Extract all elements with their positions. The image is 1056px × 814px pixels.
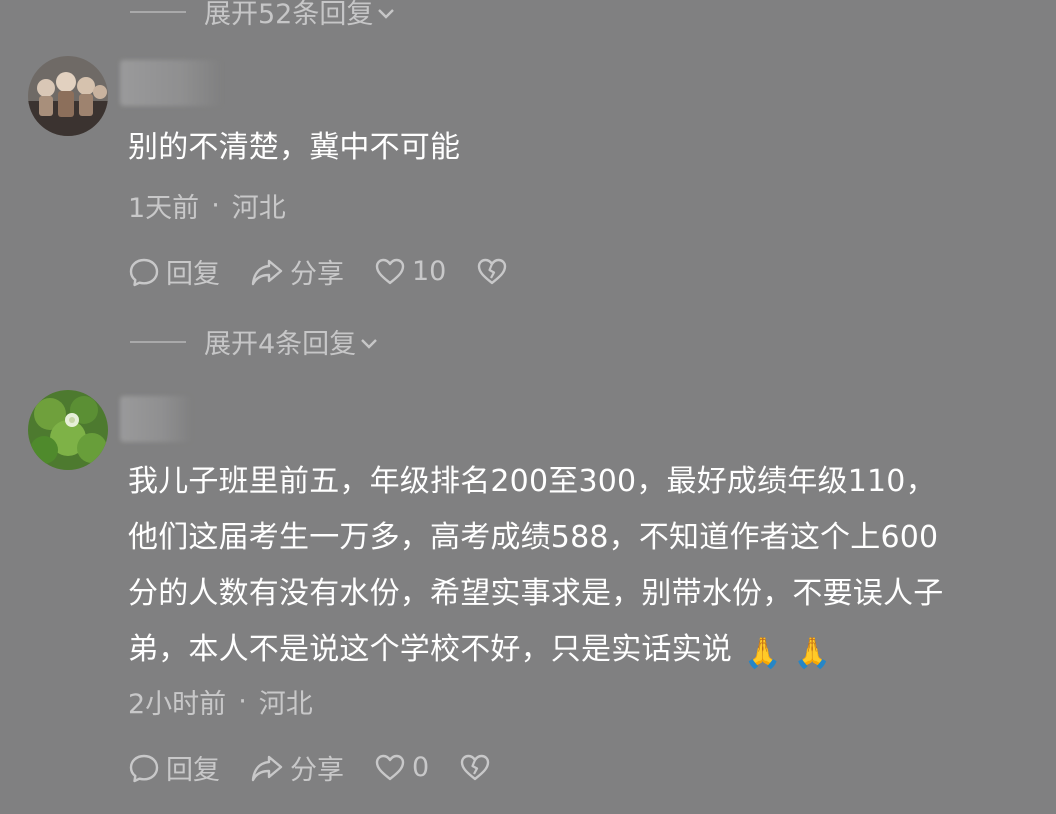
comment-time: 2小时前 (128, 689, 227, 720)
comment-meta: 1天前 · 河北 (128, 186, 286, 225)
dislike-button[interactable] (476, 256, 514, 288)
comment-bubble-icon (129, 754, 159, 782)
chevron-down-icon (360, 326, 378, 357)
comment-line-last: 弟，本人不是说这个学校不好，只是实话实说 🙏 🙏 (128, 622, 1040, 682)
broken-heart-icon (478, 258, 507, 284)
expand-replies-label: 展开4条回复 (204, 329, 357, 360)
comment-text: 别的不清楚，冀中不可能 (128, 130, 461, 165)
expand-replies-top[interactable]: 展开52条回复 (130, 0, 395, 31)
share-arrow-icon (251, 755, 283, 781)
reply-label: 回复 (166, 755, 220, 786)
like-button[interactable]: 10 (374, 256, 446, 288)
reply-button[interactable]: 回复 (128, 748, 220, 787)
comment-meta: 2小时前 · 河北 (128, 682, 313, 721)
share-button[interactable]: 分享 (250, 252, 344, 291)
folded-hands-emoji: 🙏 (793, 636, 832, 671)
comment-time: 1天前 (128, 193, 200, 224)
comment-actions: 回复 分享 0 (128, 748, 527, 787)
share-button[interactable]: 分享 (250, 748, 344, 787)
dislike-button[interactable] (459, 752, 497, 784)
comment-line: 我儿子班里前五，年级排名200至300，最好成绩年级110， (128, 464, 936, 499)
like-button[interactable]: 0 (374, 752, 429, 784)
comment-line: 分的人数有没有水份，希望实事求是，别带水份，不要误人子 (128, 576, 944, 611)
meta-separator: · (238, 686, 247, 717)
reply-label: 回复 (166, 259, 220, 290)
username-blurred[interactable] (120, 60, 222, 106)
heart-icon (375, 754, 405, 780)
folded-hands-emoji: 🙏 (744, 636, 782, 671)
expand-replies-button[interactable]: 展开4条回复 (130, 322, 378, 361)
username-blurred[interactable] (120, 396, 192, 442)
chevron-down-icon (377, 0, 395, 27)
expand-replies-label: 展开52条回复 (204, 0, 374, 30)
comment-text: 我儿子班里前五，年级排名200至300，最好成绩年级110， 他们这届考生一万多… (128, 454, 1040, 682)
divider-line (130, 10, 186, 13)
comment-line: 弟，本人不是说这个学校不好，只是实话实说 (128, 632, 732, 667)
like-count: 10 (412, 256, 447, 287)
share-arrow-icon (251, 259, 283, 285)
reply-button[interactable]: 回复 (128, 252, 220, 291)
share-label: 分享 (290, 259, 344, 290)
comment-location: 河北 (231, 193, 286, 224)
comment-location: 河北 (258, 689, 313, 720)
divider-line (130, 340, 186, 343)
meta-separator: · (211, 190, 220, 221)
heart-icon (375, 258, 405, 284)
avatar[interactable] (28, 390, 108, 470)
comment-line: 他们这届考生一万多，高考成绩588，不知道作者这个上600 (128, 520, 939, 555)
broken-heart-icon (460, 754, 490, 780)
like-count: 0 (412, 752, 430, 783)
avatar[interactable] (28, 56, 108, 136)
share-label: 分享 (290, 755, 344, 786)
comment-actions: 回复 分享 10 (128, 252, 544, 291)
comment-bubble-icon (129, 258, 159, 286)
